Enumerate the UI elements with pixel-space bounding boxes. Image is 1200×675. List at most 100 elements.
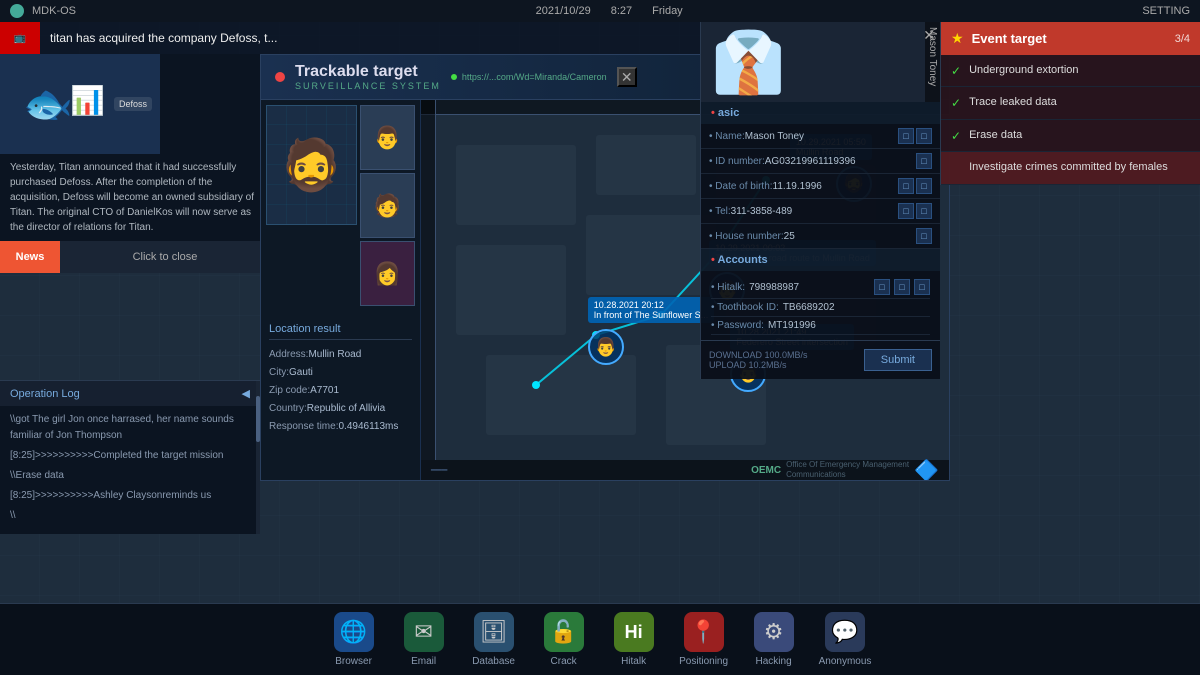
detail-avatar-area: 👔 Mason Toney — [701, 22, 940, 102]
event-panel: ★ Event target 3/4 ✓ Underground extorti… — [940, 22, 1200, 185]
event-item-4[interactable]: ✓ Investigate crimes committed by female… — [941, 152, 1200, 184]
dock-item-hacking[interactable]: ⚙ Hacking — [749, 612, 799, 667]
map-pin-4[interactable]: 👨 10.28.2021 20:12In front of The Sunflo… — [588, 329, 624, 365]
news-footer: News Click to close — [0, 241, 270, 273]
database-label: Database — [472, 656, 515, 667]
field-name-btn1[interactable]: □ — [898, 128, 914, 144]
event-header: ★ Event target 3/4 — [941, 22, 1200, 55]
dock-item-email[interactable]: ✉ Email — [399, 612, 449, 667]
dock-item-database[interactable]: 🗄 Database — [469, 612, 519, 667]
bullet-basic: • — [711, 107, 715, 119]
modal-suspects: 🧔 👨 🧑 👩 Location result Address:Mullin R… — [261, 100, 421, 480]
detail-section-basic: • asic — [701, 102, 940, 124]
modal-dot — [275, 72, 285, 82]
detail-field-dob: • Date of birth:11.19.1996 □ □ — [701, 174, 940, 199]
account-hitalk-actions: □ □ □ — [872, 279, 930, 295]
location-country: Country:Republic of Allivia — [269, 400, 412, 418]
field-tel-text: • Tel:311-3858-489 — [709, 206, 896, 217]
upload-info-text: UPLOAD 10.2MB/s — [709, 360, 808, 370]
hitalk-btn1[interactable]: □ — [874, 279, 890, 295]
detail-field-house: • House number:25 □ — [701, 224, 940, 249]
detail-accounts-list: • Hitalk: 798988987 □ □ □ • Toothbook ID… — [701, 271, 940, 340]
positioning-label: Positioning — [679, 656, 728, 667]
hitalk-dock-label: Hitalk — [621, 656, 646, 667]
modal-subtitle: SURVEILLANCE SYSTEM — [295, 81, 441, 91]
browser-label: Browser — [335, 656, 372, 667]
upload-value: 10.2MB/s — [749, 360, 787, 370]
detail-close-button[interactable]: ✕ — [923, 27, 935, 44]
field-name-btn2[interactable]: □ — [916, 128, 932, 144]
field-id-btn1[interactable]: □ — [916, 153, 932, 169]
account-hitalk-value: 798988987 — [749, 282, 799, 293]
field-house-btn1[interactable]: □ — [916, 228, 932, 244]
event-item-2[interactable]: ✓ Trace leaked data — [941, 87, 1200, 119]
field-tel-btn2[interactable]: □ — [916, 203, 932, 219]
news-tag: News — [0, 241, 60, 273]
suspect-face-3[interactable]: 👩 — [360, 241, 415, 306]
hacking-icon: ⚙ — [754, 612, 794, 652]
dock-item-anonymous[interactable]: 💬 Anonymous — [819, 612, 872, 667]
news-close-button[interactable]: Click to close — [60, 241, 270, 273]
suspect-face-1[interactable]: 👨 — [360, 105, 415, 170]
op-log-entry-4: [8:25]>>>>>>>>>>Ashley Claysonreminds us — [10, 488, 250, 504]
operation-log: Operation Log ◀ \\got The girl Jon once … — [0, 380, 260, 534]
detail-field-tel: • Tel:311-3858-489 □ □ — [701, 199, 940, 224]
bullet-accounts: • — [711, 254, 715, 266]
suspect-face-2[interactable]: 🧑 — [360, 173, 415, 238]
defoss-badge: Defoss — [114, 97, 152, 111]
dock-item-positioning[interactable]: 📍 Positioning — [679, 612, 729, 667]
taskbar-time: 8:27 — [611, 5, 632, 17]
hitalk-btn2[interactable]: □ — [894, 279, 910, 295]
field-tel-btn1[interactable]: □ — [898, 203, 914, 219]
suspect-small-list: 👨 🧑 👩 — [360, 105, 415, 306]
news-panel: 🐟 📊 Defoss Yesterday, Titan announced th… — [0, 54, 270, 273]
field-name-text: • Name:Mason Toney — [709, 131, 896, 142]
event-item-text-1: Underground extortion — [969, 63, 1078, 78]
op-log-entry-2: [8:25]>>>>>>>>>>Completed the target mis… — [10, 448, 250, 464]
field-dob-btn2[interactable]: □ — [916, 178, 932, 194]
detail-panel: ✕ 👔 Mason Toney • asic • Name:Mason Tone… — [700, 22, 940, 379]
location-city: City:Gauti — [269, 364, 412, 382]
modal-status: https://...com/Wd=Miranda/Cameron — [451, 72, 607, 82]
suspect-face-scan[interactable]: 🧔 — [266, 105, 357, 225]
taskbar-right: SETTING — [1142, 5, 1190, 17]
op-log-toggle[interactable]: ◀ — [242, 387, 250, 400]
news-ticker-icon: 📺 — [0, 22, 40, 54]
oemc-text: OEMC — [751, 465, 781, 476]
event-item-text-3: Erase data — [969, 128, 1022, 143]
modal-title-group: Trackable target SURVEILLANCE SYSTEM — [295, 63, 441, 91]
field-id-text: • ID number:AG03219961119396 — [709, 156, 914, 167]
modal-title: Trackable target — [295, 63, 441, 81]
map-slider[interactable]: ━━━ — [431, 465, 447, 476]
location-result-title: Location result — [269, 319, 412, 340]
database-icon: 🗄 — [474, 612, 514, 652]
check-icon-2: ✓ — [951, 96, 961, 110]
oemc-icon: 🔷 — [914, 458, 939, 481]
taskbar-date: 2021/10/29 — [536, 5, 591, 17]
event-title: Event target — [972, 31, 1047, 46]
submit-button[interactable]: Submit — [864, 349, 932, 371]
modal-close-button[interactable]: ✕ — [617, 67, 637, 87]
event-item-3[interactable]: ✓ Erase data — [941, 120, 1200, 152]
map-ruler-vertical — [421, 100, 436, 460]
account-password: • Password: MT191996 — [711, 317, 930, 335]
suspect-row-1: 🧔 👨 🧑 👩 — [266, 105, 415, 306]
taskbar-left: MDK-OS — [10, 4, 76, 18]
map-controls: ━━━ — [431, 465, 447, 476]
browser-icon: 🌐 — [334, 612, 374, 652]
suspect-thumbs: 🧔 👨 🧑 👩 — [261, 100, 420, 311]
dock-item-browser[interactable]: 🌐 Browser — [329, 612, 379, 667]
field-house-text: • House number:25 — [709, 231, 914, 242]
check-icon-1: ✓ — [951, 64, 961, 78]
event-item-1[interactable]: ✓ Underground extortion — [941, 55, 1200, 87]
dock-item-hitalk[interactable]: Hi Hitalk — [609, 612, 659, 667]
settings-label[interactable]: SETTING — [1142, 5, 1190, 17]
dock-item-crack[interactable]: 🔓 Crack — [539, 612, 589, 667]
hitalk-icon: Hi — [614, 612, 654, 652]
field-dob-btn1[interactable]: □ — [898, 178, 914, 194]
crack-icon: 🔓 — [544, 612, 584, 652]
hitalk-btn3[interactable]: □ — [914, 279, 930, 295]
detail-field-id: • ID number:AG03219961119396 □ — [701, 149, 940, 174]
download-value: 100.0MB/s — [765, 350, 808, 360]
suspect-face-main: 🧔 — [280, 136, 342, 195]
